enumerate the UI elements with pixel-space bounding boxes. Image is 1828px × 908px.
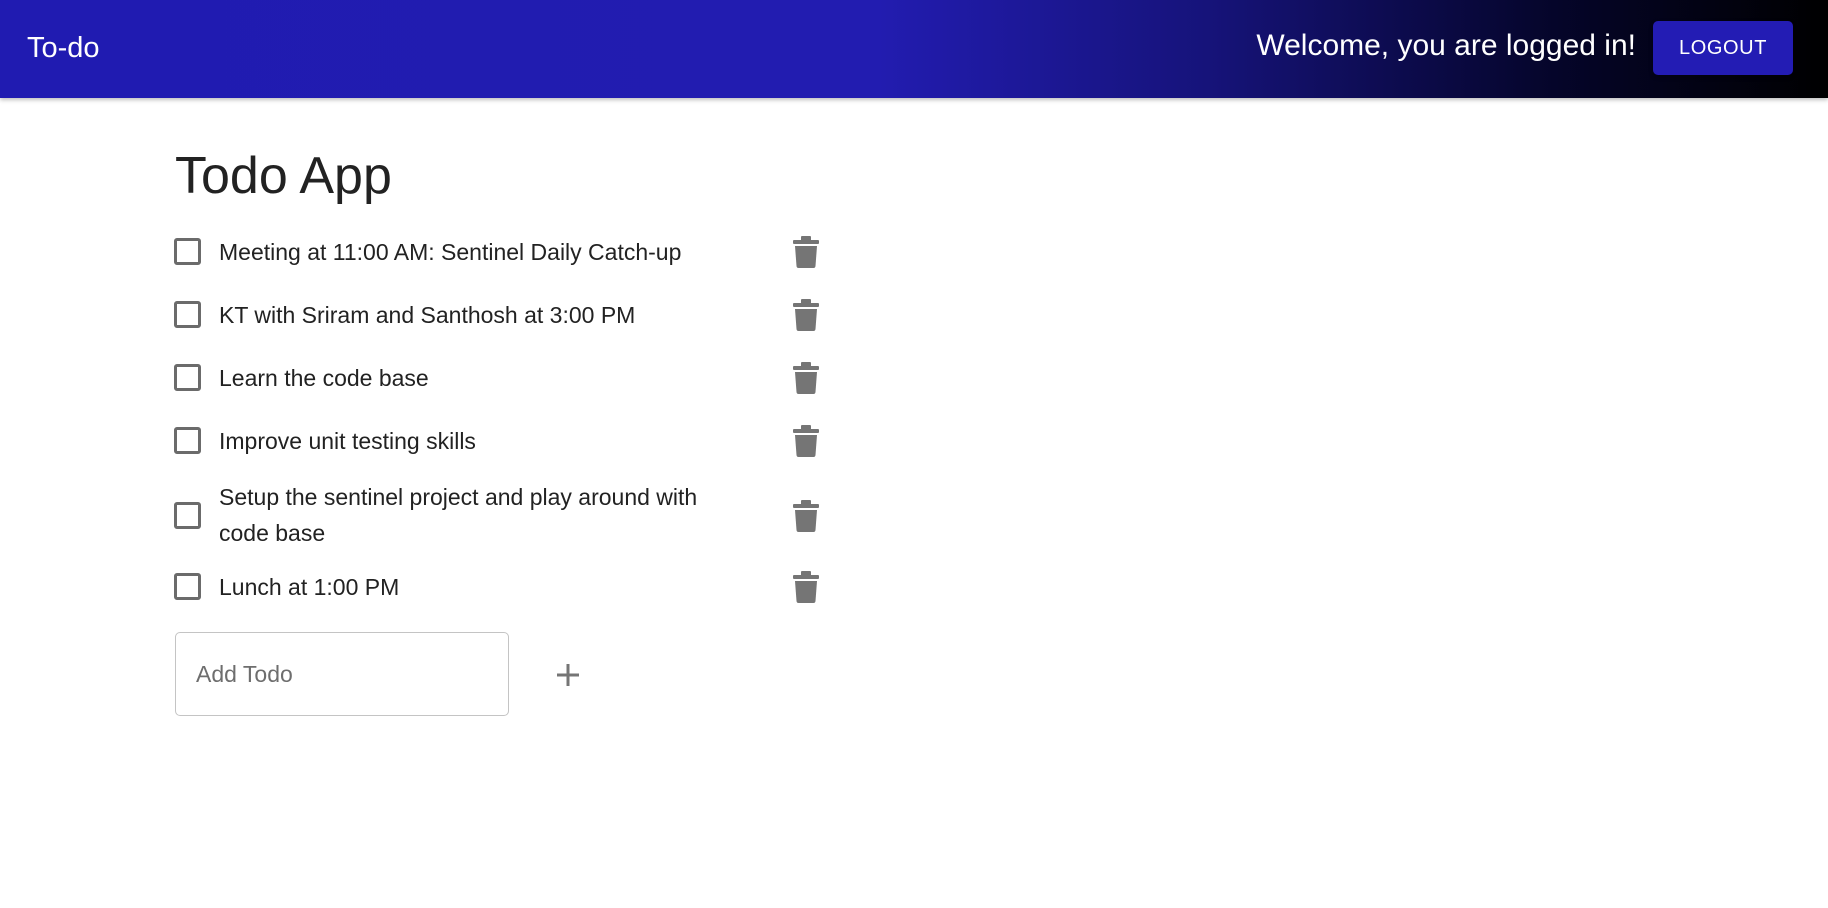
app-brand: To-do bbox=[27, 32, 100, 64]
todo-text: Learn the code base bbox=[219, 365, 429, 391]
trash-icon[interactable] bbox=[793, 500, 819, 532]
todo-checkbox[interactable] bbox=[174, 502, 201, 529]
trash-icon[interactable] bbox=[793, 299, 819, 331]
todo-checkbox[interactable] bbox=[174, 301, 201, 328]
logout-button[interactable]: LOGOUT bbox=[1653, 21, 1793, 75]
app-bar: To-do Welcome, you are logged in! LOGOUT bbox=[0, 0, 1828, 98]
trash-icon[interactable] bbox=[793, 425, 819, 457]
todo-text: Lunch at 1:00 PM bbox=[219, 574, 400, 600]
todo-item: Improve unit testing skills bbox=[174, 423, 824, 459]
trash-icon[interactable] bbox=[793, 236, 819, 268]
trash-icon[interactable] bbox=[793, 362, 819, 394]
todo-item: Learn the code base bbox=[174, 360, 824, 396]
todo-item: Setup the sentinel project and play arou… bbox=[174, 479, 824, 551]
page-title: Todo App bbox=[175, 147, 392, 205]
add-todo-button[interactable] bbox=[548, 655, 588, 695]
todo-text: Setup the sentinel project and play arou… bbox=[219, 484, 698, 546]
todo-checkbox[interactable] bbox=[174, 573, 201, 600]
todo-text: Meeting at 11:00 AM: Sentinel Daily Catc… bbox=[219, 239, 682, 265]
todo-checkbox[interactable] bbox=[174, 364, 201, 391]
todo-item: Meeting at 11:00 AM: Sentinel Daily Catc… bbox=[174, 234, 824, 270]
todo-text: KT with Sriram and Santhosh at 3:00 PM bbox=[219, 302, 636, 328]
todo-checkbox[interactable] bbox=[174, 427, 201, 454]
welcome-message: Welcome, you are logged in! bbox=[1256, 29, 1636, 62]
trash-icon[interactable] bbox=[793, 571, 819, 603]
plus-icon bbox=[557, 664, 579, 686]
todo-item: KT with Sriram and Santhosh at 3:00 PM bbox=[174, 297, 824, 333]
todo-checkbox[interactable] bbox=[174, 238, 201, 265]
add-todo-input[interactable] bbox=[175, 632, 509, 716]
todo-item: Lunch at 1:00 PM bbox=[174, 569, 824, 605]
todo-text: Improve unit testing skills bbox=[219, 428, 476, 454]
